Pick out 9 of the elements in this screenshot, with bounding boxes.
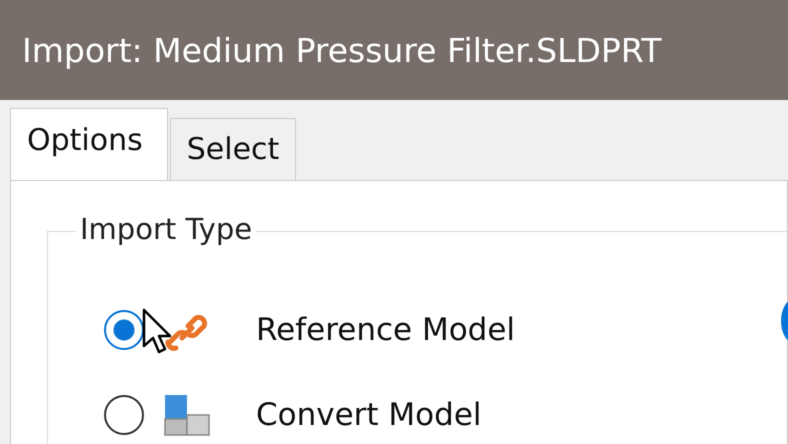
radio-label: Reference Model	[256, 312, 516, 348]
radio-label: Convert Model	[256, 396, 482, 432]
radio-button[interactable]	[104, 310, 144, 350]
mouse-cursor-icon	[142, 308, 172, 354]
window-title: Import: Medium Pressure Filter.SLDPRT	[22, 30, 662, 70]
tab[interactable]: Select	[170, 118, 296, 180]
tab[interactable]: Options	[10, 108, 168, 180]
radio-button[interactable]	[104, 394, 144, 434]
blocks-icon	[162, 392, 212, 436]
